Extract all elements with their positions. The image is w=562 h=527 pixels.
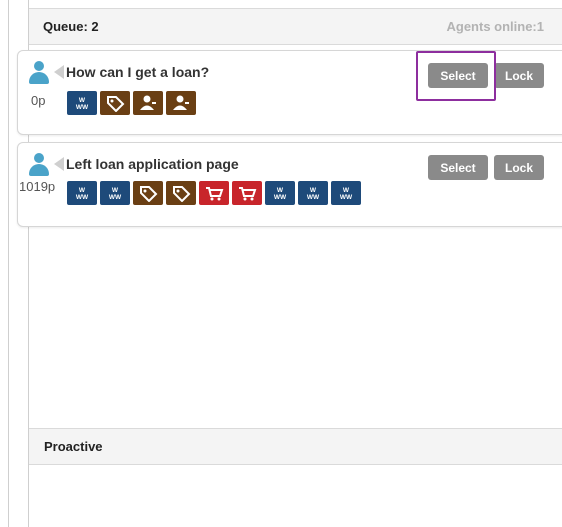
svg-text:W: W	[79, 187, 86, 194]
chat-request-card[interactable]: How can I get a loan? 0p W WW Select Lock	[17, 50, 562, 135]
svg-text:WW: WW	[340, 194, 353, 201]
svg-text:W: W	[277, 187, 284, 194]
lock-button[interactable]: Lock	[494, 155, 544, 180]
www-icon: W WW	[100, 181, 130, 205]
visitor-score: 1019p	[19, 179, 56, 194]
svg-text:W: W	[343, 187, 350, 194]
visitor-icon	[166, 91, 196, 115]
www-icon: W WW	[67, 91, 97, 115]
svg-text:W: W	[79, 97, 86, 104]
cart-icon	[199, 181, 229, 205]
select-button[interactable]: Select	[428, 155, 488, 180]
lock-button[interactable]: Lock	[494, 63, 544, 88]
www-icon: W WW	[67, 181, 97, 205]
queue-header: Queue: 2 Agents online:1	[29, 8, 562, 45]
svg-text:WW: WW	[307, 194, 320, 201]
visitor-activity-icons: W WW	[67, 91, 196, 115]
proactive-title: Proactive	[44, 439, 103, 454]
svg-text:W: W	[112, 187, 119, 194]
visitor-avatar-icon	[28, 153, 50, 177]
tag-icon	[100, 91, 130, 115]
tag-icon	[133, 181, 163, 205]
visitor-avatar-icon	[28, 61, 50, 85]
tag-icon	[166, 181, 196, 205]
svg-text:WW: WW	[109, 194, 122, 201]
visitor-activity-icons: W WW W WW W WW W WW W WW	[67, 181, 361, 205]
speech-bubble-tip	[54, 65, 64, 79]
chat-request-card[interactable]: Left loan application page 1019p W WW W WW…	[17, 142, 562, 227]
www-icon: W WW	[331, 181, 361, 205]
svg-text:W: W	[310, 187, 317, 194]
chat-request-title: Left loan application page	[66, 156, 239, 172]
visitor-score: 0p	[31, 93, 46, 108]
chat-request-title: How can I get a loan?	[66, 64, 210, 80]
queue-title: Queue: 2	[43, 19, 99, 34]
visitor-icon	[133, 91, 163, 115]
proactive-header: Proactive	[29, 428, 562, 465]
select-button[interactable]: Select	[428, 63, 488, 88]
svg-text:WW: WW	[76, 194, 89, 201]
svg-text:WW: WW	[76, 104, 89, 111]
www-icon: W WW	[298, 181, 328, 205]
agents-online-count: Agents online:1	[446, 19, 544, 34]
www-icon: W WW	[265, 181, 295, 205]
cart-icon	[232, 181, 262, 205]
speech-bubble-tip	[54, 157, 64, 171]
svg-text:WW: WW	[274, 194, 287, 201]
